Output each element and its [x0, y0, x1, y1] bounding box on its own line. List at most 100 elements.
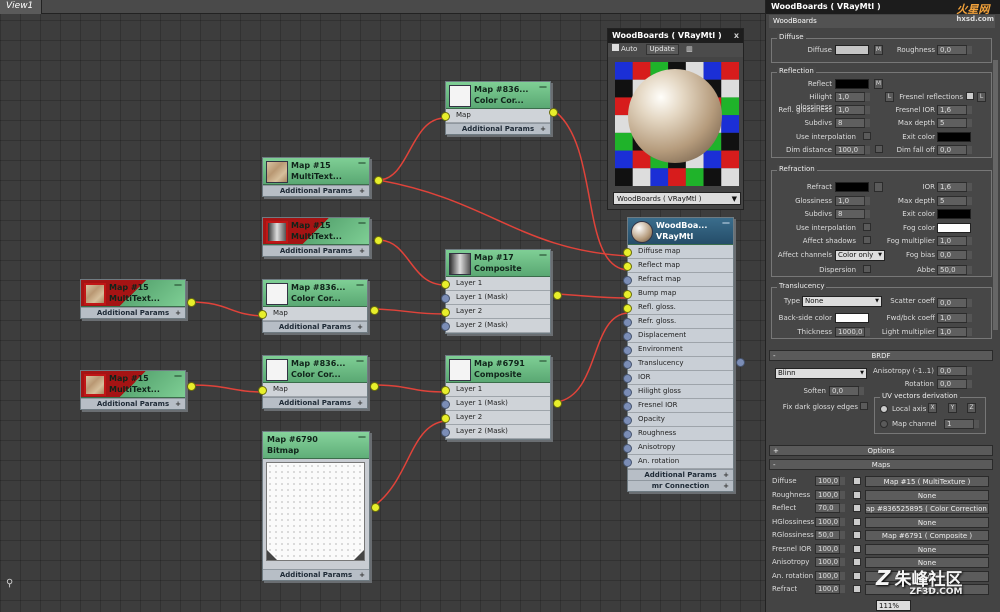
reflect-color-swatch[interactable] [835, 79, 869, 89]
socket-icon[interactable] [441, 280, 450, 289]
output-socket-icon[interactable] [371, 503, 380, 512]
preview-titlebar[interactable]: WoodBoards ( VRayMtl ) x [608, 29, 743, 43]
socket-icon[interactable] [623, 360, 632, 369]
refr-exit-color-swatch[interactable] [937, 209, 971, 219]
map-row-amount[interactable]: 100,0 [815, 476, 845, 486]
socket-icon[interactable] [441, 414, 450, 423]
socket-icon[interactable] [623, 430, 632, 439]
socket-icon[interactable] [623, 388, 632, 397]
node-slot-hilight-gloss[interactable]: Hilight gloss [623, 385, 733, 399]
node-composite-17[interactable]: Map #17 Composite — Layer 1 Layer 1 (Mas… [441, 249, 562, 334]
node-header[interactable]: Map #17 Composite — [446, 250, 550, 277]
ior-spinner[interactable]: 1,6 [937, 182, 972, 192]
map-row-amount[interactable]: 50,0 [815, 530, 845, 540]
update-button[interactable]: Update [645, 44, 679, 55]
node-slot-layer-1[interactable]: Layer 1 [441, 383, 550, 397]
map-row-amount[interactable]: 100,0 [815, 543, 845, 554]
options-rollout[interactable]: + Options [769, 445, 993, 456]
brdf-type-dropdown[interactable]: Blinn [775, 368, 867, 379]
node-slot-opacity[interactable]: Opacity [623, 413, 733, 427]
refl-exit-color-swatch[interactable] [937, 132, 971, 142]
node-header[interactable]: Map #836... Color Cor... — [446, 82, 550, 109]
view-tab[interactable]: View1 [0, 0, 43, 14]
additional-params-rollout[interactable]: Additional Params [446, 123, 550, 134]
map-row-enabled-checkbox[interactable] [853, 490, 861, 499]
additional-params-rollout[interactable]: Additional Params [263, 185, 369, 196]
socket-icon[interactable] [441, 400, 450, 409]
socket-icon[interactable] [441, 294, 450, 303]
node-slot-layer-1-mask[interactable]: Layer 1 (Mask) [441, 397, 550, 411]
socket-icon[interactable] [623, 374, 632, 383]
additional-params-rollout[interactable]: Additional Params [81, 398, 185, 409]
fresnel-lock-button[interactable]: L [977, 92, 986, 102]
map-row-amount[interactable]: 100,0 [815, 557, 845, 567]
anisotropy-spinner[interactable]: 0,0 [937, 366, 972, 376]
socket-icon[interactable] [441, 308, 450, 317]
refl-use-interpolation-checkbox[interactable] [863, 132, 871, 140]
socket-icon[interactable] [623, 444, 632, 453]
thickness-spinner[interactable]: 1000,0 [835, 327, 870, 337]
map-row-map-button[interactable]: None [865, 516, 989, 528]
minimize-icon[interactable]: — [358, 158, 366, 167]
node-header[interactable]: Map #15 MultiText... — [81, 280, 185, 307]
node-slot-refl-gloss[interactable]: Refl. gloss. [623, 301, 733, 315]
socket-icon[interactable] [623, 290, 632, 299]
node-header[interactable]: Map #15 MultiText... — [263, 218, 369, 245]
map-row-enabled-checkbox[interactable] [853, 517, 861, 526]
output-socket-icon[interactable] [187, 382, 196, 391]
map-row-map-button[interactable]: None [865, 489, 989, 501]
map-row-enabled-checkbox[interactable] [853, 531, 861, 539]
node-color-correction-top[interactable]: Map #836... Color Cor... — Map Additiona… [441, 81, 558, 135]
map-row-enabled-checkbox[interactable] [853, 477, 861, 485]
fresnel-ior-spinner[interactable]: 1,6 [937, 105, 972, 115]
output-socket-icon[interactable] [549, 108, 558, 117]
affect-shadows-checkbox[interactable] [863, 236, 871, 244]
socket-icon[interactable] [441, 112, 450, 121]
map-row-enabled-checkbox[interactable] [853, 585, 861, 593]
dim-distance-checkbox[interactable] [875, 145, 883, 153]
node-slot-layer-2[interactable]: Layer 2 [441, 305, 550, 319]
node-slot-ior[interactable]: IOR [623, 371, 733, 385]
socket-icon[interactable] [623, 304, 632, 313]
node-color-correction-low[interactable]: Map #836... Color Cor... — Map Additiona… [258, 355, 379, 409]
node-editor-viewport[interactable]: View1 Map #836... Color Cor... — Map Add… [0, 0, 765, 612]
socket-icon[interactable] [441, 386, 450, 395]
map-row-enabled-checkbox[interactable] [853, 571, 861, 580]
binoculars-icon[interactable]: ⚲ [6, 578, 13, 589]
light-multiplier-spinner[interactable]: 1,0 [937, 327, 972, 337]
node-slot-map[interactable]: Map [258, 383, 367, 397]
node-slot-layer-1-mask[interactable]: Layer 1 (Mask) [441, 291, 550, 305]
node-header[interactable]: Map #836... Color Cor... — [263, 280, 367, 307]
output-socket-icon[interactable] [370, 306, 379, 315]
node-slot-fresnel-ior[interactable]: Fresnel IOR [623, 399, 733, 413]
dispersion-checkbox[interactable] [863, 265, 871, 273]
node-bitmap-6790[interactable]: Map #6790 Bitmap — Additional Params [262, 431, 380, 581]
fix-dark-glossy-checkbox[interactable] [860, 402, 868, 410]
diffuse-map-button[interactable]: M [874, 45, 883, 55]
minimize-icon[interactable]: — [539, 250, 547, 259]
node-slot-translucency[interactable]: Translucency [623, 357, 733, 371]
refl-max-depth-spinner[interactable]: 5 [937, 118, 972, 128]
scatter-coeff-spinner[interactable]: 0,0 [937, 298, 972, 308]
node-multitexture-left-1[interactable]: Map #15 MultiText... — Additional Params [80, 279, 196, 319]
map-row-amount[interactable]: 70,0 [815, 503, 845, 513]
output-socket-icon[interactable] [374, 176, 383, 185]
mr-connection-rollout[interactable]: mr Connection [628, 480, 733, 491]
node-multitexture-mid[interactable]: Map #15 MultiText... — Additional Params [262, 217, 383, 257]
socket-icon[interactable] [441, 322, 450, 331]
fwd-bck-coeff-spinner[interactable]: 1,0 [937, 313, 972, 323]
minimize-icon[interactable]: — [358, 218, 366, 227]
map-channel-spinner[interactable]: 1 [944, 419, 979, 429]
fresnel-reflections-checkbox[interactable] [966, 92, 974, 100]
soften-spinner[interactable]: 0,0 [829, 386, 864, 396]
axis-z-button[interactable]: Z [967, 403, 976, 413]
node-header[interactable]: Map #6790 Bitmap — [263, 432, 369, 459]
refl-glossiness-spinner[interactable]: 1,0 [835, 105, 870, 115]
map-row-amount[interactable]: 100,0 [815, 584, 845, 594]
node-header[interactable]: Map #15 MultiText... — [81, 371, 185, 398]
additional-params-rollout[interactable]: Additional Params [628, 469, 733, 480]
fog-multiplier-spinner[interactable]: 1,0 [937, 236, 972, 246]
additional-params-rollout[interactable]: Additional Params [263, 397, 367, 408]
node-header[interactable]: Map #836... Color Cor... — [263, 356, 367, 383]
auto-checkbox[interactable] [612, 44, 619, 51]
